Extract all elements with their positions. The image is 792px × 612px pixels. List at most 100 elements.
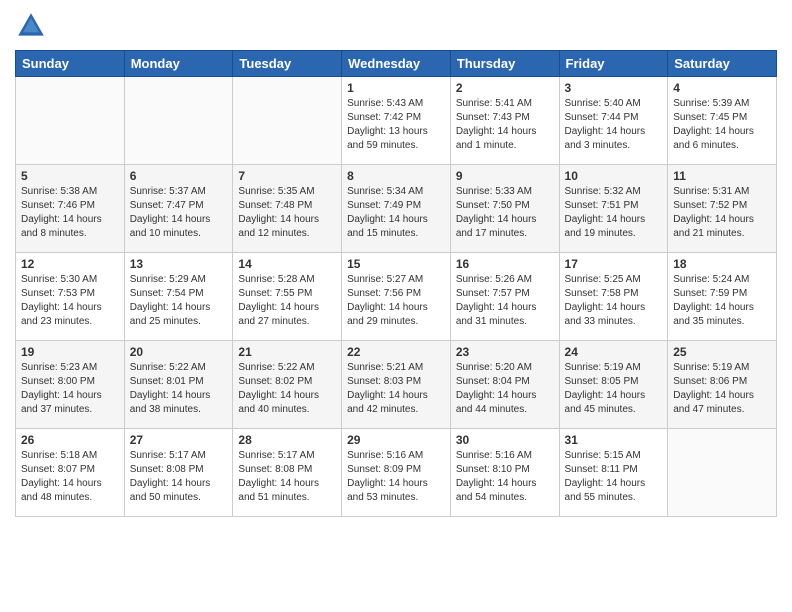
- calendar-cell: 1 Sunrise: 5:43 AMSunset: 7:42 PMDaylight…: [342, 77, 451, 165]
- calendar-cell: 22 Sunrise: 5:21 AMSunset: 8:03 PMDayligh…: [342, 341, 451, 429]
- calendar-cell: 30Sunrise: 5:16 AMSunset: 8:10 PMDayligh…: [450, 429, 559, 517]
- calendar-week-row: 19Sunrise: 5:23 AMSunset: 8:00 PMDayligh…: [16, 341, 777, 429]
- weekday-header-wednesday: Wednesday: [342, 51, 451, 77]
- day-number: 4: [673, 81, 771, 95]
- calendar-cell: 23 Sunrise: 5:20 AMSunset: 8:04 PMDayligh…: [450, 341, 559, 429]
- day-number: 21: [238, 345, 336, 359]
- day-info: Sunrise: 5:38 AMSunset: 7:46 PMDaylight:…: [21, 185, 119, 241]
- day-info: Sunrise: 5:22 AMSunset: 8:02 PMDaylight:…: [238, 361, 336, 417]
- day-number: 13: [130, 257, 228, 271]
- day-info: Sunrise: 5:31 AMSunset: 7:52 PMDaylight:…: [673, 185, 771, 241]
- weekday-header-tuesday: Tuesday: [233, 51, 342, 77]
- day-info: Sunrise: 5:39 AMSunset: 7:45 PMDaylight:…: [673, 97, 771, 153]
- calendar-cell: 26Sunrise: 5:18 AMSunset: 8:07 PMDayligh…: [16, 429, 125, 517]
- calendar-cell: 9 Sunrise: 5:33 AMSunset: 7:50 PMDaylight…: [450, 165, 559, 253]
- day-info: Sunrise: 5:27 AMSunset: 7:56 PMDaylight:…: [347, 273, 445, 329]
- logo-icon: [15, 10, 47, 42]
- weekday-header-monday: Monday: [124, 51, 233, 77]
- calendar-cell: 19Sunrise: 5:23 AMSunset: 8:00 PMDayligh…: [16, 341, 125, 429]
- day-info: Sunrise: 5:41 AMSunset: 7:43 PMDaylight:…: [456, 97, 554, 153]
- day-info: Sunrise: 5:29 AMSunset: 7:54 PMDaylight:…: [130, 273, 228, 329]
- day-number: 20: [130, 345, 228, 359]
- day-info: Sunrise: 5:20 AMSunset: 8:04 PMDaylight:…: [456, 361, 554, 417]
- calendar-cell: 21 Sunrise: 5:22 AMSunset: 8:02 PMDayligh…: [233, 341, 342, 429]
- weekday-header-friday: Friday: [559, 51, 668, 77]
- calendar-cell: [124, 77, 233, 165]
- day-info: Sunrise: 5:25 AMSunset: 7:58 PMDaylight:…: [565, 273, 663, 329]
- day-number: 27: [130, 433, 228, 447]
- day-number: 28: [238, 433, 336, 447]
- day-info: Sunrise: 5:19 AMSunset: 8:06 PMDaylight:…: [673, 361, 771, 417]
- day-info: Sunrise: 5:40 AMSunset: 7:44 PMDaylight:…: [565, 97, 663, 153]
- day-number: 8: [347, 169, 445, 183]
- header: [15, 10, 777, 42]
- day-info: Sunrise: 5:26 AMSunset: 7:57 PMDaylight:…: [456, 273, 554, 329]
- page: SundayMondayTuesdayWednesdayThursdayFrid…: [0, 0, 792, 612]
- calendar-cell: 15 Sunrise: 5:27 AMSunset: 7:56 PMDayligh…: [342, 253, 451, 341]
- calendar-cell: 6 Sunrise: 5:37 AMSunset: 7:47 PMDaylight…: [124, 165, 233, 253]
- day-number: 29: [347, 433, 445, 447]
- calendar-cell: 24 Sunrise: 5:19 AMSunset: 8:05 PMDayligh…: [559, 341, 668, 429]
- day-info: Sunrise: 5:34 AMSunset: 7:49 PMDaylight:…: [347, 185, 445, 241]
- day-info: Sunrise: 5:28 AMSunset: 7:55 PMDaylight:…: [238, 273, 336, 329]
- calendar-week-row: 1 Sunrise: 5:43 AMSunset: 7:42 PMDaylight…: [16, 77, 777, 165]
- calendar-cell: 25 Sunrise: 5:19 AMSunset: 8:06 PMDayligh…: [668, 341, 777, 429]
- day-info: Sunrise: 5:17 AMSunset: 8:08 PMDaylight:…: [238, 449, 336, 505]
- logo: [15, 10, 51, 42]
- day-number: 11: [673, 169, 771, 183]
- day-info: Sunrise: 5:21 AMSunset: 8:03 PMDaylight:…: [347, 361, 445, 417]
- day-number: 10: [565, 169, 663, 183]
- day-info: Sunrise: 5:37 AMSunset: 7:47 PMDaylight:…: [130, 185, 228, 241]
- calendar-cell: 29 Sunrise: 5:16 AMSunset: 8:09 PMDayligh…: [342, 429, 451, 517]
- day-number: 15: [347, 257, 445, 271]
- calendar-cell: 8 Sunrise: 5:34 AMSunset: 7:49 PMDaylight…: [342, 165, 451, 253]
- day-number: 16: [456, 257, 554, 271]
- day-info: Sunrise: 5:35 AMSunset: 7:48 PMDaylight:…: [238, 185, 336, 241]
- day-info: Sunrise: 5:16 AMSunset: 8:09 PMDaylight:…: [347, 449, 445, 505]
- weekday-header-saturday: Saturday: [668, 51, 777, 77]
- day-number: 17: [565, 257, 663, 271]
- calendar-cell: [16, 77, 125, 165]
- day-info: Sunrise: 5:33 AMSunset: 7:50 PMDaylight:…: [456, 185, 554, 241]
- day-info: Sunrise: 5:15 AMSunset: 8:11 PMDaylight:…: [565, 449, 663, 505]
- calendar-cell: 14 Sunrise: 5:28 AMSunset: 7:55 PMDayligh…: [233, 253, 342, 341]
- day-number: 22: [347, 345, 445, 359]
- calendar-week-row: 26Sunrise: 5:18 AMSunset: 8:07 PMDayligh…: [16, 429, 777, 517]
- calendar-table: SundayMondayTuesdayWednesdayThursdayFrid…: [15, 50, 777, 517]
- calendar-cell: 20 Sunrise: 5:22 AMSunset: 8:01 PMDayligh…: [124, 341, 233, 429]
- day-info: Sunrise: 5:18 AMSunset: 8:07 PMDaylight:…: [21, 449, 119, 505]
- day-info: Sunrise: 5:24 AMSunset: 7:59 PMDaylight:…: [673, 273, 771, 329]
- day-number: 18: [673, 257, 771, 271]
- calendar-week-row: 5 Sunrise: 5:38 AMSunset: 7:46 PMDaylight…: [16, 165, 777, 253]
- day-info: Sunrise: 5:43 AMSunset: 7:42 PMDaylight:…: [347, 97, 445, 153]
- day-info: Sunrise: 5:17 AMSunset: 8:08 PMDaylight:…: [130, 449, 228, 505]
- calendar-cell: 11 Sunrise: 5:31 AMSunset: 7:52 PMDayligh…: [668, 165, 777, 253]
- calendar-cell: 27 Sunrise: 5:17 AMSunset: 8:08 PMDayligh…: [124, 429, 233, 517]
- day-info: Sunrise: 5:32 AMSunset: 7:51 PMDaylight:…: [565, 185, 663, 241]
- day-number: 3: [565, 81, 663, 95]
- weekday-header-sunday: Sunday: [16, 51, 125, 77]
- day-number: 9: [456, 169, 554, 183]
- day-number: 5: [21, 169, 119, 183]
- calendar-cell: [668, 429, 777, 517]
- calendar-cell: 28 Sunrise: 5:17 AMSunset: 8:08 PMDayligh…: [233, 429, 342, 517]
- day-info: Sunrise: 5:19 AMSunset: 8:05 PMDaylight:…: [565, 361, 663, 417]
- day-info: Sunrise: 5:22 AMSunset: 8:01 PMDaylight:…: [130, 361, 228, 417]
- day-number: 14: [238, 257, 336, 271]
- calendar-cell: 4 Sunrise: 5:39 AMSunset: 7:45 PMDaylight…: [668, 77, 777, 165]
- day-number: 31: [565, 433, 663, 447]
- calendar-cell: 7Sunrise: 5:35 AMSunset: 7:48 PMDaylight…: [233, 165, 342, 253]
- day-number: 25: [673, 345, 771, 359]
- calendar-cell: 16 Sunrise: 5:26 AMSunset: 7:57 PMDayligh…: [450, 253, 559, 341]
- day-number: 23: [456, 345, 554, 359]
- calendar-cell: 3 Sunrise: 5:40 AMSunset: 7:44 PMDaylight…: [559, 77, 668, 165]
- calendar-cell: 5 Sunrise: 5:38 AMSunset: 7:46 PMDaylight…: [16, 165, 125, 253]
- calendar-week-row: 12Sunrise: 5:30 AMSunset: 7:53 PMDayligh…: [16, 253, 777, 341]
- day-number: 12: [21, 257, 119, 271]
- weekday-header-thursday: Thursday: [450, 51, 559, 77]
- day-number: 24: [565, 345, 663, 359]
- day-number: 6: [130, 169, 228, 183]
- weekday-header-row: SundayMondayTuesdayWednesdayThursdayFrid…: [16, 51, 777, 77]
- day-number: 1: [347, 81, 445, 95]
- day-info: Sunrise: 5:23 AMSunset: 8:00 PMDaylight:…: [21, 361, 119, 417]
